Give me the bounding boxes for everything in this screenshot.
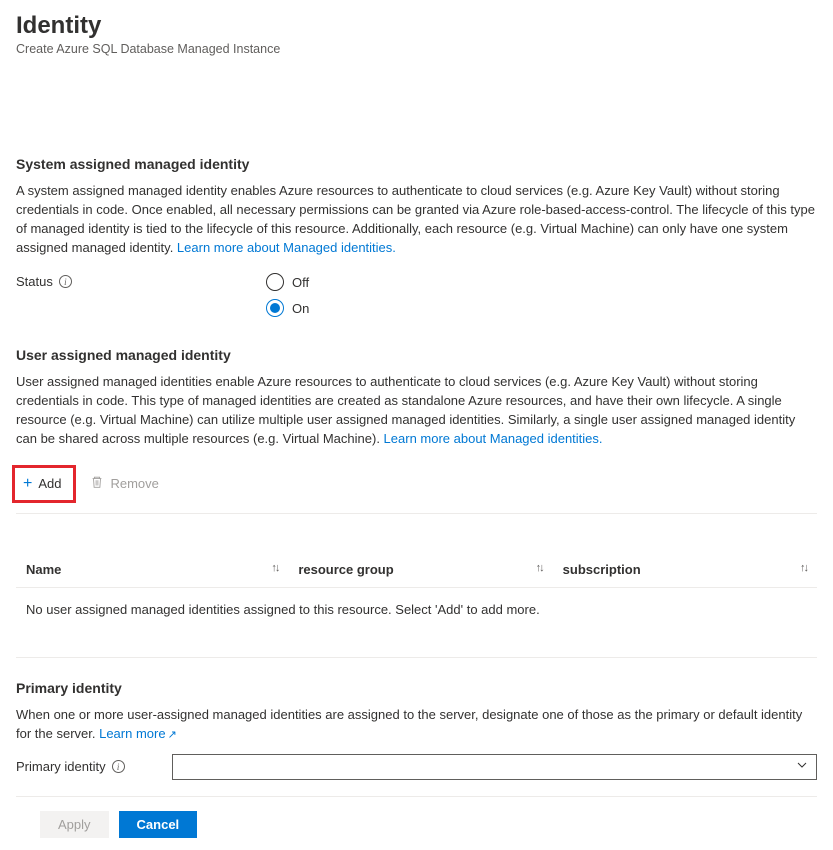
identities-table: Name↑↓ resource group↑↓ subscription↑↓ N…: [16, 554, 817, 658]
user-description: User assigned managed identities enable …: [16, 373, 817, 448]
external-link-icon: ↗: [168, 729, 177, 741]
primary-heading: Primary identity: [16, 680, 817, 696]
primary-identity-label: Primary identity: [16, 759, 106, 774]
status-radio-off[interactable]: Off: [266, 273, 309, 291]
apply-button: Apply: [40, 811, 109, 838]
sort-icon: ↑↓: [800, 562, 807, 574]
plus-icon: +: [23, 476, 32, 492]
page-subtitle: Create Azure SQL Database Managed Instan…: [16, 42, 817, 56]
trash-icon: [90, 475, 104, 492]
sort-icon: ↑↓: [271, 562, 278, 574]
primary-description: When one or more user-assigned managed i…: [16, 706, 817, 744]
add-highlight: + Add: [12, 465, 76, 503]
radio-icon: [266, 299, 284, 317]
status-label: Status: [16, 274, 53, 289]
divider: [16, 796, 817, 797]
col-sub[interactable]: subscription↑↓: [553, 554, 817, 588]
system-learn-link[interactable]: Learn more about Managed identities.: [177, 240, 396, 255]
info-icon[interactable]: i: [59, 275, 72, 288]
cancel-button[interactable]: Cancel: [119, 811, 198, 838]
system-description: A system assigned managed identity enabl…: [16, 182, 817, 257]
info-icon[interactable]: i: [112, 760, 125, 773]
col-name[interactable]: Name↑↓: [16, 554, 288, 588]
col-rg[interactable]: resource group↑↓: [288, 554, 552, 588]
user-learn-link[interactable]: Learn more about Managed identities.: [384, 431, 603, 446]
remove-button: Remove: [84, 465, 164, 503]
chevron-down-icon: [796, 759, 808, 774]
status-radio-on[interactable]: On: [266, 299, 309, 317]
sort-icon: ↑↓: [536, 562, 543, 574]
empty-message: No user assigned managed identities assi…: [16, 587, 817, 657]
page-title: Identity: [16, 12, 817, 40]
system-heading: System assigned managed identity: [16, 156, 817, 172]
primary-identity-select[interactable]: [172, 754, 817, 780]
radio-icon: [266, 273, 284, 291]
table-row: No user assigned managed identities assi…: [16, 587, 817, 657]
primary-learn-link[interactable]: Learn more↗: [99, 726, 177, 741]
add-button[interactable]: + Add: [17, 472, 67, 496]
user-heading: User assigned managed identity: [16, 347, 817, 363]
